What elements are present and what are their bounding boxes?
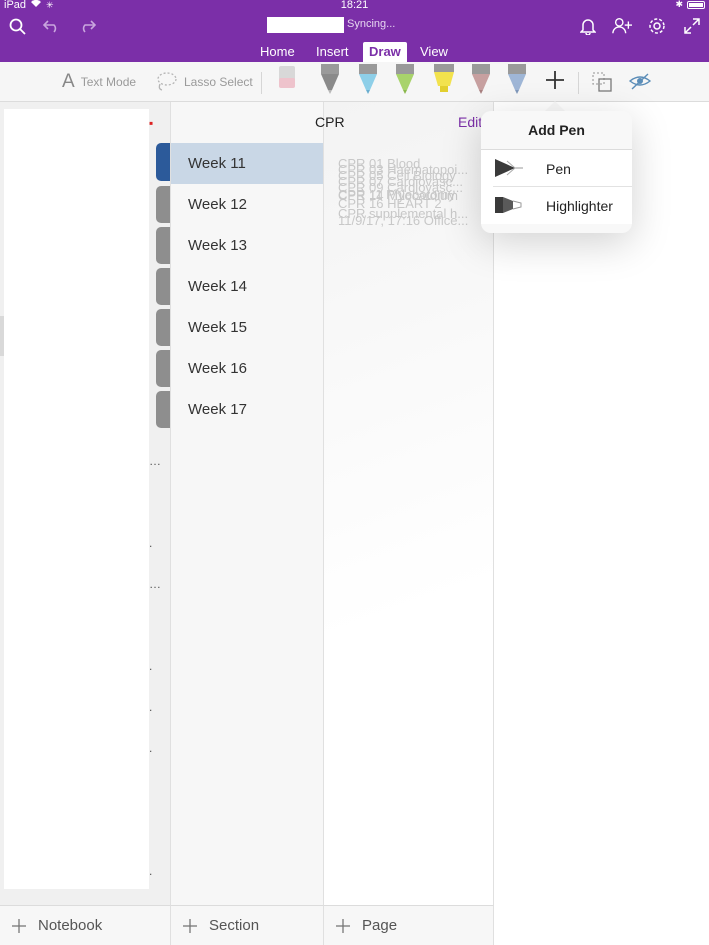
section-item[interactable]: Week 17 — [171, 389, 324, 430]
section-item[interactable]: Week 13 — [171, 225, 324, 266]
ribbon-tabs: Home Insert Draw View — [0, 40, 709, 62]
top-toolbar: Syncing... — [0, 12, 709, 40]
add-section-label: Section — [209, 917, 260, 934]
lasso-select-label: Lasso Select — [184, 75, 253, 89]
pen-blue-icon[interactable] — [357, 64, 379, 96]
section-item[interactable]: Week 11 — [171, 143, 324, 184]
toolbar-separator — [261, 72, 262, 94]
add-notebook-button[interactable]: Notebook — [0, 905, 170, 945]
section-color-tab — [156, 391, 170, 428]
add-pen-button[interactable] — [544, 68, 566, 92]
highlighter-icon — [493, 194, 525, 216]
text-mode-icon: A — [62, 71, 75, 92]
edit-button[interactable]: Edit — [458, 114, 482, 130]
battery-icon — [687, 0, 705, 9]
highlighter-yellow-icon[interactable] — [432, 64, 454, 96]
tab-home[interactable]: Home — [260, 42, 295, 62]
truncation-dots: … — [149, 454, 161, 468]
truncation-dots: . — [149, 741, 153, 755]
truncation-dots: . — [149, 700, 153, 714]
highlighter-option-label: Highlighter — [546, 197, 613, 214]
plus-icon — [12, 918, 26, 933]
plus-icon — [546, 71, 564, 89]
section-color-tab — [156, 350, 170, 387]
status-time: 18:21 — [340, 0, 369, 11]
gear-icon[interactable] — [647, 16, 667, 36]
truncation-dots: … — [149, 577, 161, 591]
add-person-icon[interactable] — [612, 16, 632, 36]
add-highlighter-option[interactable]: Highlighter — [481, 187, 632, 224]
lasso-icon — [156, 71, 178, 94]
page-item-ghost[interactable]: 11/9/17, 17:16 Office... — [338, 213, 468, 228]
section-header: CPR Edit — [170, 102, 494, 142]
section-item[interactable]: Week 16 — [171, 348, 324, 389]
section-item[interactable]: Week 15 — [171, 307, 324, 348]
add-section-button[interactable]: Section — [170, 905, 323, 945]
expand-icon[interactable] — [682, 16, 702, 36]
pen-slate-icon[interactable] — [506, 64, 528, 96]
text-mode-label: Text Mode — [80, 75, 137, 89]
section-color-tab — [156, 143, 170, 181]
page-title-field[interactable] — [267, 17, 344, 33]
bell-icon[interactable] — [578, 16, 598, 36]
popover-title: Add Pen — [528, 122, 585, 138]
redo-icon[interactable] — [77, 16, 97, 36]
section-color-tab — [156, 227, 170, 264]
pen-green-icon[interactable] — [394, 64, 416, 96]
eraser-icon[interactable] — [276, 64, 298, 96]
plus-icon — [183, 918, 197, 933]
truncation-dots: . — [149, 659, 153, 673]
draw-toolbar: A Text Mode Lasso Select — [0, 62, 709, 102]
section-pane: Week 11 Week 12 Week 13 Week 14 Week 15 … — [170, 102, 324, 945]
toolbar-separator — [578, 72, 579, 94]
status-right: ✱ — [675, 0, 705, 10]
notebook-pane: ▪ … . … . . . . — [0, 102, 170, 945]
notebook-list[interactable] — [4, 109, 149, 889]
shape-convert-icon[interactable] — [591, 70, 613, 94]
text-mode-button[interactable]: A Text Mode — [62, 70, 136, 94]
pen-gray-icon[interactable] — [319, 64, 341, 96]
add-pen-popover: Add Pen Pen Highlighter — [481, 111, 632, 233]
pen-option-label: Pen — [546, 160, 571, 177]
section-item[interactable]: Week 12 — [171, 184, 324, 225]
ink-to-text-icon[interactable] — [628, 70, 652, 94]
truncation-dots: . — [149, 864, 153, 878]
section-color-tab — [156, 186, 170, 223]
notebook-title: CPR — [315, 114, 345, 130]
tab-insert[interactable]: Insert — [316, 42, 349, 62]
tab-view[interactable]: View — [420, 42, 448, 62]
tab-draw[interactable]: Draw — [363, 42, 407, 62]
lasso-select-button[interactable]: Lasso Select — [156, 70, 253, 94]
pen-mauve-icon[interactable] — [470, 64, 492, 96]
page-pane: CPR 01 Blood CPR 03 Haematopoi... CPR 05… — [323, 102, 494, 945]
search-icon[interactable] — [7, 16, 27, 36]
bluetooth-icon: ✱ — [675, 0, 683, 9]
status-bar: iPad ✳ 18:21 ✱ — [0, 0, 709, 12]
notebook-selection-marker — [0, 316, 4, 356]
undo-icon[interactable] — [42, 16, 62, 36]
notebook-color-marker: ▪ — [149, 116, 153, 130]
add-pen-option[interactable]: Pen — [481, 150, 632, 187]
add-page-label: Page — [362, 917, 398, 934]
sync-status: Syncing... — [347, 18, 396, 30]
app-header: iPad ✳ 18:21 ✱ Syncing... Home Insert Dr… — [0, 0, 709, 62]
section-color-tab — [156, 268, 170, 305]
add-page-button[interactable]: Page — [323, 905, 494, 945]
plus-icon — [336, 918, 350, 933]
truncation-dots: . — [149, 536, 153, 550]
section-item[interactable]: Week 14 — [171, 266, 324, 307]
add-notebook-label: Notebook — [38, 917, 103, 934]
section-color-tab — [156, 309, 170, 346]
pen-icon — [493, 157, 525, 179]
